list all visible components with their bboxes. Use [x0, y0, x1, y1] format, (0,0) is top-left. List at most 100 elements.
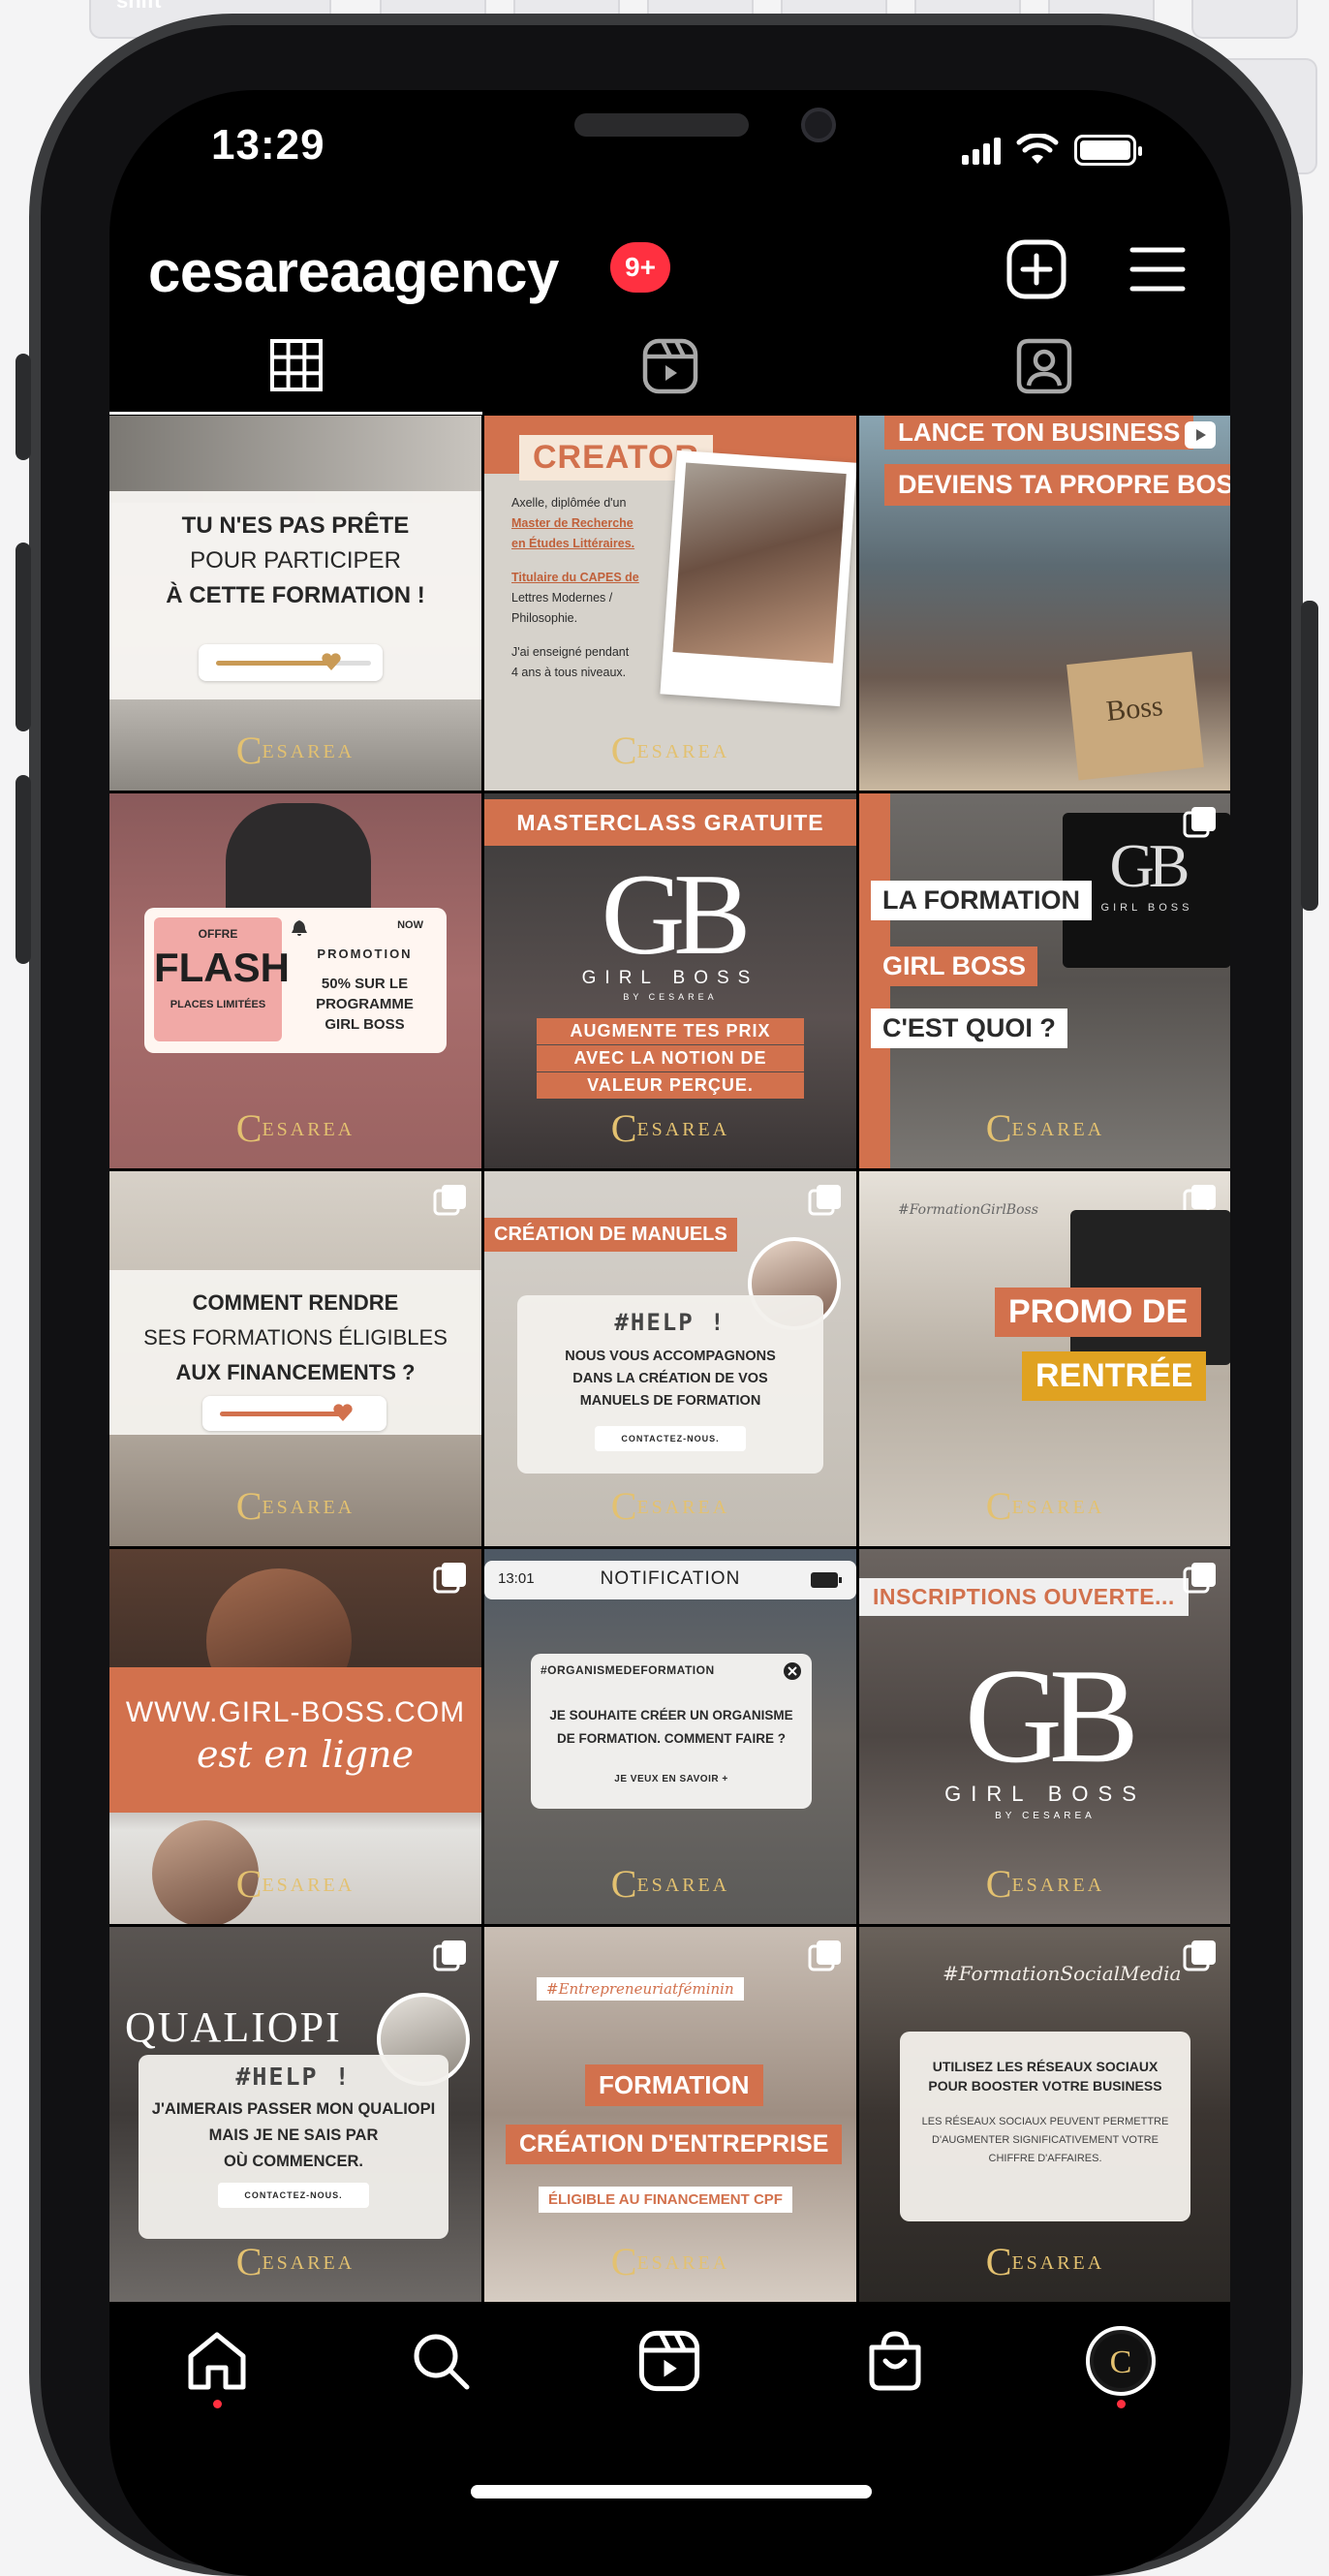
cesarea-logo-letter: C: [610, 729, 637, 772]
wifi-icon: [1016, 134, 1059, 164]
reel-play-icon: [1185, 421, 1216, 449]
cesarea-logo-text: ESAREA: [262, 1497, 355, 1518]
home-active-dot: [213, 2400, 222, 2408]
promo-line: 50% SUR LE: [321, 976, 409, 992]
cesarea-logo: CESAREA: [484, 1861, 856, 1907]
nav-home[interactable]: [178, 2322, 256, 2400]
cesarea-logo-letter: C: [235, 1106, 263, 1150]
post-text-line: JE SOUHAITE CRÉER UN ORGANISME: [549, 1708, 793, 1723]
profile-avatar: C: [1086, 2326, 1156, 2396]
help-hashtag: #HELP !: [614, 1309, 726, 1336]
close-icon: [784, 1662, 801, 1680]
qualiopi-title: QUALIOPI: [125, 2003, 342, 2051]
post-tile[interactable]: WWW.GIRL-BOSS.COM est en ligne CESAREA: [109, 1549, 481, 1924]
carousel-icon: [808, 1940, 841, 1971]
post-tile[interactable]: QUALIOPI #HELP ! J'AIMERAIS PASSER MON Q…: [109, 1927, 481, 2302]
places-label: PLACES LIMITÉES: [170, 999, 266, 1010]
tab-reels[interactable]: [483, 318, 856, 415]
bio-line: 4 ans à tous niveaux.: [511, 666, 627, 679]
carousel-icon: [433, 1563, 466, 1594]
cesarea-logo-letter: C: [985, 1862, 1012, 1906]
cesarea-logo: CESAREA: [109, 1483, 481, 1529]
nav-search[interactable]: [402, 2322, 479, 2400]
cesarea-logo-letter: C: [985, 2240, 1012, 2283]
post-line: LANCE TON BUSINESS: [884, 416, 1194, 450]
cesarea-logo-letter: C: [610, 1862, 637, 1906]
cellular-signal-icon: [962, 136, 1001, 165]
post-text-line: J'AIMERAIS PASSER MON QUALIOPI: [151, 2100, 436, 2118]
post-photo-top: [109, 416, 481, 503]
cesarea-logo-letter: C: [985, 1484, 1012, 1528]
nav-reels[interactable]: [631, 2322, 708, 2400]
post-url: WWW.GIRL-BOSS.COM: [125, 1696, 466, 1728]
flash-offer-card: OFFRE FLASH PLACES LIMITÉES NOW PROMOTIO…: [144, 908, 447, 1053]
post-tile[interactable]: #FormationSocialMedia UTILISEZ LES RÉSEA…: [859, 1927, 1230, 2302]
cesarea-logo: CESAREA: [484, 1105, 856, 1151]
tab-tagged[interactable]: [857, 318, 1230, 415]
reels-icon: [638, 2330, 700, 2392]
post-tile[interactable]: 13:01 NOTIFICATION #ORGANISMEDEFORMATION…: [484, 1549, 856, 1924]
offer-label: OFFRE: [198, 927, 238, 941]
post-text-line: À CETTE FORMATION !: [166, 582, 425, 608]
search-icon: [414, 2334, 470, 2390]
heart-icon: [333, 1404, 353, 1421]
cesarea-logo-letter: C: [610, 2240, 637, 2283]
bio-line: Philosophie.: [511, 611, 578, 625]
nav-profile[interactable]: C: [1082, 2322, 1159, 2400]
tab-grid[interactable]: [109, 318, 482, 415]
post-tile[interactable]: LANCE TON BUSINESS DEVIENS TA PROPRE BOS…: [859, 416, 1230, 791]
post-tile[interactable]: INSCRIPTIONS OUVERTE... GB GIRL BOSS BY …: [859, 1549, 1230, 1924]
cesarea-logo-text: ESAREA: [636, 1875, 730, 1896]
cesarea-logo-letter: C: [235, 2240, 263, 2283]
bio-line: J'ai enseigné pendant: [511, 645, 630, 659]
post-hashtag: #FormationSocialMedia: [943, 1962, 1182, 1985]
post-tile[interactable]: CREATOR Axelle, diplômée d'un Master de …: [484, 416, 856, 791]
post-tile[interactable]: #Entrepreneuriatféminin FORMATION CRÉATI…: [484, 1927, 856, 2302]
post-line: AUGMENTE TES PRIX: [537, 1018, 804, 1044]
menu-icon[interactable]: [1127, 238, 1189, 300]
heart-icon: [322, 653, 341, 670]
reels-icon: [642, 338, 697, 394]
info-card: UTILISEZ LES RÉSEAUX SOCIAUX POUR BOOSTE…: [900, 2032, 1190, 2221]
post-bio-text: Axelle, diplômée d'un Master de Recherch…: [511, 493, 657, 683]
post-tile[interactable]: MASTERCLASS GRATUITE GB GIRL BOSS BY CES…: [484, 793, 856, 1168]
svg-text:C: C: [1110, 2344, 1132, 2380]
card-body-line: D'AUGMENTER SIGNIFICATIVEMENT VOTRE: [932, 2134, 1159, 2146]
cesarea-logo-letter: C: [235, 729, 263, 772]
cesarea-logo-text: ESAREA: [636, 1119, 730, 1140]
profile-username[interactable]: cesareaagency: [148, 238, 559, 305]
post-tile[interactable]: #FormationGirlBoss PROMO DE RENTRÉE CESA…: [859, 1171, 1230, 1546]
keyboard-key: [1191, 0, 1298, 39]
cesarea-logo-text: ESAREA: [262, 1875, 355, 1896]
new-post-icon[interactable]: [1005, 238, 1067, 300]
cesarea-logo-text: ESAREA: [636, 1497, 730, 1518]
post-text-line: COMMENT RENDRE: [192, 1290, 399, 1315]
post-tile[interactable]: OFFRE FLASH PLACES LIMITÉES NOW PROMOTIO…: [109, 793, 481, 1168]
cesarea-logo-text: ESAREA: [262, 2252, 355, 2274]
cesarea-logo-letter: C: [610, 1106, 637, 1150]
cesarea-logo: CESAREA: [484, 728, 856, 773]
post-tile[interactable]: GB GIRL BOSS LA FORMATION GIRL BOSS C'ES…: [859, 793, 1230, 1168]
notification-badge[interactable]: 9+: [610, 242, 670, 293]
cesarea-logo-text: ESAREA: [1011, 1875, 1105, 1896]
cesarea-logo-text: ESAREA: [636, 741, 730, 762]
post-hashtag: #Entrepreneuriatféminin: [537, 1977, 744, 2001]
notification-body: JE SOUHAITE CRÉER UN ORGANISME DE FORMAT…: [531, 1704, 812, 1751]
carousel-icon: [433, 1185, 466, 1216]
help-card: #HELP ! NOUS VOUS ACCOMPAGNONS DANS LA C…: [517, 1295, 823, 1474]
post-tile[interactable]: COMMENT RENDRE SES FORMATIONS ÉLIGIBLES …: [109, 1171, 481, 1546]
cesarea-logo-letter: C: [235, 1862, 263, 1906]
creator-portrait: [672, 462, 847, 664]
bell-icon: [292, 920, 307, 936]
speaker-grille: [574, 113, 749, 137]
shopping-bag: Boss: [1066, 651, 1204, 781]
post-tile[interactable]: CRÉATION DE MANUELS #HELP ! NOUS VOUS AC…: [484, 1171, 856, 1546]
post-tile[interactable]: TU N'ES PAS PRÊTE POUR PARTICIPER À CETT…: [109, 416, 481, 791]
girl-boss-name: GIRL BOSS: [581, 968, 759, 988]
torn-paper-banner: WWW.GIRL-BOSS.COM est en ligne: [109, 1667, 481, 1813]
carousel-icon: [433, 1940, 466, 1971]
flash-box: OFFRE FLASH PLACES LIMITÉES: [154, 917, 290, 1041]
girl-boss-logo: GB: [601, 850, 752, 978]
post-line: AVEC LA NOTION DE: [537, 1045, 804, 1071]
nav-shop[interactable]: [856, 2322, 934, 2400]
